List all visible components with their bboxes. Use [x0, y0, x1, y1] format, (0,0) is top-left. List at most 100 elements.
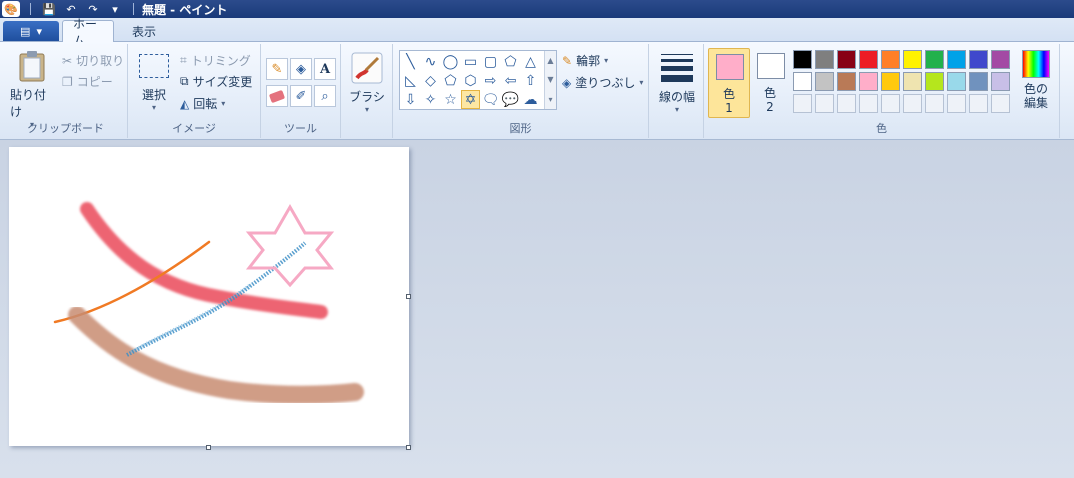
- palette-swatch[interactable]: [947, 72, 966, 91]
- six-point-star-shape-icon[interactable]: ✡: [461, 90, 480, 109]
- resize-handle-right[interactable]: [406, 294, 411, 299]
- select-button[interactable]: 選択 ▾: [136, 54, 172, 112]
- drawing-canvas[interactable]: [9, 147, 409, 446]
- rotate-label: 回転: [193, 97, 218, 111]
- expand-gallery-icon[interactable]: ▾: [548, 95, 552, 104]
- four-point-star-shape-icon[interactable]: ✧: [421, 90, 440, 109]
- hexagon-shape-icon[interactable]: ⬡: [461, 71, 480, 90]
- polygon-shape-icon[interactable]: ⬠: [501, 52, 520, 71]
- undo-icon[interactable]: ↶: [63, 2, 79, 16]
- tab-home[interactable]: ホーム: [62, 17, 114, 48]
- chevron-down-icon[interactable]: ▼: [547, 75, 553, 84]
- magnifier-icon[interactable]: ⌕: [314, 85, 336, 107]
- diamond-shape-icon[interactable]: ◇: [421, 71, 440, 90]
- custom-color-slot[interactable]: [837, 94, 856, 113]
- pentagon-shape-icon[interactable]: ⬠: [441, 71, 460, 90]
- cut-button[interactable]: ✂ 切り取り: [62, 52, 124, 69]
- color2-button[interactable]: 色 2: [752, 48, 788, 118]
- shapes-gallery: ╲ ∿ ◯ ▭ ▢ ⬠ △ ◺ ◇ ⬠ ⬡ ⇨ ⇦ ⇧ ⇩ ✧ ☆ ✡ 🗨 💬 …: [399, 50, 557, 110]
- custom-color-slot[interactable]: [881, 94, 900, 113]
- image-group: 選択 ▾ ⌗ トリミング ⧉ サイズ変更 ◭ 回転 ▾ イメージ: [128, 44, 261, 138]
- curve-shape-icon[interactable]: ∿: [421, 52, 440, 71]
- palette-swatch[interactable]: [815, 50, 834, 69]
- palette-swatch[interactable]: [969, 50, 988, 69]
- eraser-icon[interactable]: [266, 85, 288, 107]
- palette-swatch[interactable]: [947, 50, 966, 69]
- palette-swatch[interactable]: [969, 72, 988, 91]
- color2-num: 2: [766, 100, 774, 114]
- custom-color-slot[interactable]: [859, 94, 878, 113]
- tab-view[interactable]: 表示: [122, 20, 166, 43]
- crop-button[interactable]: ⌗ トリミング: [180, 52, 251, 69]
- color1-button[interactable]: 色 1: [708, 48, 750, 118]
- separator: [30, 3, 31, 15]
- triangle-shape-icon[interactable]: △: [521, 52, 540, 71]
- up-arrow-shape-icon[interactable]: ⇧: [521, 71, 540, 90]
- custom-color-slot[interactable]: [947, 94, 966, 113]
- fill-label: 塗りつぶし: [575, 76, 636, 90]
- customize-quick-access-icon[interactable]: ▾: [107, 2, 123, 16]
- custom-color-slot[interactable]: [815, 94, 834, 113]
- palette-swatch[interactable]: [991, 72, 1010, 91]
- quick-access-toolbar: 🎨 💾 ↶ ↷ ▾: [0, 1, 138, 17]
- tools-group-label: ツール: [284, 122, 317, 135]
- down-arrow-shape-icon[interactable]: ⇩: [401, 90, 420, 109]
- color-picker-icon[interactable]: ✐: [290, 85, 312, 107]
- palette-swatch[interactable]: [793, 50, 812, 69]
- rounded-rectangle-shape-icon[interactable]: ▢: [481, 52, 500, 71]
- right-triangle-shape-icon[interactable]: ◺: [401, 71, 420, 90]
- fill-icon[interactable]: ◈: [290, 58, 312, 80]
- palette-swatch[interactable]: [903, 72, 922, 91]
- outline-label: 輪郭: [576, 54, 601, 68]
- rectangle-shape-icon[interactable]: ▭: [461, 52, 480, 71]
- resize-handle-bottom[interactable]: [206, 445, 211, 450]
- palette-swatch[interactable]: [925, 72, 944, 91]
- menu-icon: ▤: [20, 24, 31, 38]
- brushes-button[interactable]: ブラシ ▾: [347, 52, 387, 114]
- cloud-callout-shape-icon[interactable]: ☁: [521, 90, 540, 109]
- right-arrow-shape-icon[interactable]: ⇨: [481, 71, 500, 90]
- custom-color-slot[interactable]: [969, 94, 988, 113]
- custom-color-slot[interactable]: [793, 94, 812, 113]
- shapes-scrollbar[interactable]: ▲ ▼ ▾: [544, 51, 556, 109]
- palette-swatch[interactable]: [793, 72, 812, 91]
- rect-callout-shape-icon[interactable]: 🗨: [481, 90, 500, 109]
- chevron-up-icon[interactable]: ▲: [547, 56, 553, 65]
- oval-shape-icon[interactable]: ◯: [441, 52, 460, 71]
- outline-button[interactable]: ✎ 輪郭 ▾: [562, 52, 608, 69]
- palette-swatch[interactable]: [881, 50, 900, 69]
- custom-color-slot[interactable]: [991, 94, 1010, 113]
- palette-swatch[interactable]: [991, 50, 1010, 69]
- edit-colors-button[interactable]: 色の 編集: [1016, 50, 1056, 110]
- resize-handle-corner[interactable]: [406, 445, 411, 450]
- left-arrow-shape-icon[interactable]: ⇦: [501, 71, 520, 90]
- palette-swatch[interactable]: [859, 50, 878, 69]
- custom-color-slot[interactable]: [903, 94, 922, 113]
- size-button[interactable]: 線の幅 ▾: [654, 54, 700, 114]
- palette-swatch[interactable]: [815, 72, 834, 91]
- custom-color-slot[interactable]: [925, 94, 944, 113]
- text-icon[interactable]: A: [314, 58, 336, 80]
- paint-app-icon[interactable]: 🎨: [2, 1, 20, 17]
- fill-button[interactable]: ◈ 塗りつぶし ▾: [562, 74, 643, 91]
- palette-swatch[interactable]: [881, 72, 900, 91]
- oval-callout-shape-icon[interactable]: 💬: [501, 90, 520, 109]
- paste-button[interactable]: 貼り付け ▾: [10, 50, 54, 129]
- palette-swatch[interactable]: [925, 50, 944, 69]
- palette-swatch[interactable]: [837, 72, 856, 91]
- pencil-icon[interactable]: ✎: [266, 58, 288, 80]
- rotate-button[interactable]: ◭ 回転 ▾: [180, 95, 225, 112]
- copy-button[interactable]: ❐ コピー: [62, 73, 113, 90]
- redo-icon[interactable]: ↷: [85, 2, 101, 16]
- selection-rect-icon: [139, 54, 169, 78]
- save-icon[interactable]: 💾: [41, 2, 57, 16]
- resize-button[interactable]: ⧉ サイズ変更: [180, 73, 252, 90]
- five-point-star-shape-icon[interactable]: ☆: [441, 90, 460, 109]
- clipboard-group: 貼り付け ▾ ✂ 切り取り ❐ コピー クリップボード: [4, 44, 128, 138]
- line-shape-icon[interactable]: ╲: [401, 52, 420, 71]
- paint-menu-button[interactable]: ▤ ▾: [3, 21, 59, 41]
- palette-swatch[interactable]: [859, 72, 878, 91]
- palette-swatch[interactable]: [903, 50, 922, 69]
- palette-swatch[interactable]: [837, 50, 856, 69]
- chevron-down-icon: ▾: [604, 56, 609, 65]
